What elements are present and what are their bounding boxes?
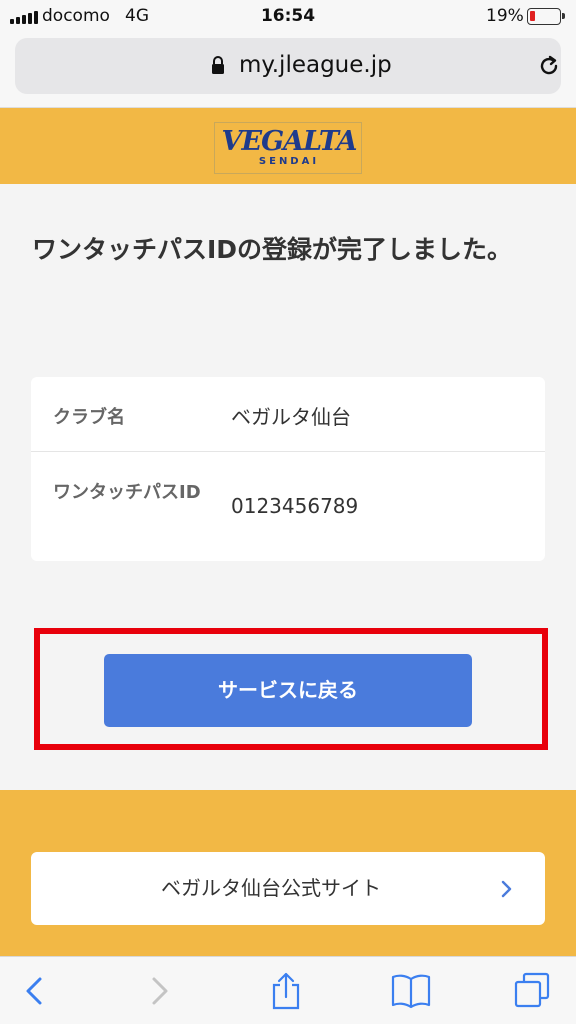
lock-icon xyxy=(212,56,224,74)
bookmarks-icon[interactable] xyxy=(390,971,432,1011)
browser-toolbar xyxy=(0,956,576,1024)
vegalta-logo[interactable]: VEGALTA SENDAI xyxy=(214,122,362,174)
share-icon[interactable] xyxy=(268,971,304,1011)
official-site-link[interactable]: ベガルタ仙台公式サイト xyxy=(31,852,545,925)
chevron-right-icon xyxy=(501,880,512,898)
onetouch-pass-id-row: ワンタッチパスID 0123456789 xyxy=(31,452,545,561)
tabs-icon[interactable] xyxy=(512,971,552,1011)
site-header: VEGALTA SENDAI xyxy=(0,108,576,184)
forward-icon[interactable] xyxy=(140,971,176,1011)
main-content: ワンタッチパスIDの登録が完了しました。 クラブ名 ベガルタ仙台 ワンタッチパス… xyxy=(0,184,576,790)
address-bar[interactable]: my.jleague.jp xyxy=(15,38,561,94)
logo-subtext: SENDAI xyxy=(258,156,320,167)
back-icon[interactable] xyxy=(18,971,54,1011)
page-title: ワンタッチパスIDの登録が完了しました。 xyxy=(32,235,513,264)
battery-icon xyxy=(527,8,565,25)
status-bar: docomo 4G 16:54 19% xyxy=(0,0,576,34)
return-to-service-button[interactable]: サービスに戻る xyxy=(104,654,472,727)
battery-percentage: 19% xyxy=(486,6,524,26)
club-name-value: ベガルタ仙台 xyxy=(231,405,351,429)
reload-icon[interactable] xyxy=(537,54,561,78)
onetouch-pass-id-value: 0123456789 xyxy=(231,494,359,518)
browser-address-area: my.jleague.jp xyxy=(0,34,576,108)
registration-info-card: クラブ名 ベガルタ仙台 ワンタッチパスID 0123456789 xyxy=(31,377,545,561)
club-name-label: クラブ名 xyxy=(53,407,125,428)
site-footer: ベガルタ仙台公式サイト xyxy=(0,790,576,956)
official-site-link-label: ベガルタ仙台公式サイト xyxy=(161,876,381,900)
onetouch-pass-id-label: ワンタッチパスID xyxy=(53,482,201,503)
logo-text: VEGALTA xyxy=(221,126,358,157)
club-name-row: クラブ名 ベガルタ仙台 xyxy=(31,377,545,452)
url-text[interactable]: my.jleague.jp xyxy=(239,52,392,78)
